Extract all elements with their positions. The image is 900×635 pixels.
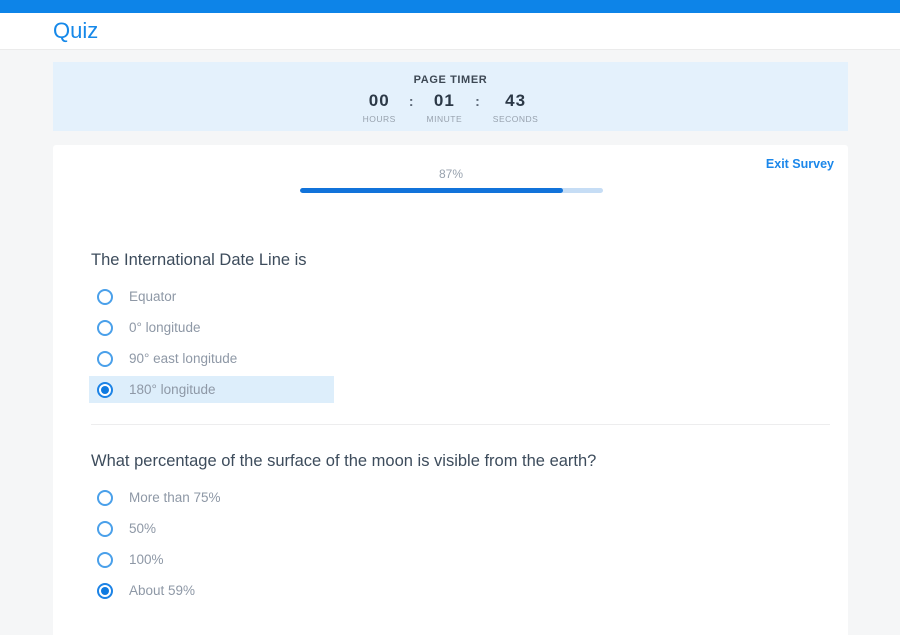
option-label: 180° longitude (129, 382, 215, 397)
option-more-than-75[interactable]: More than 75% (89, 484, 334, 511)
progress-percent-label: 87% (300, 167, 603, 181)
timer-separator: : (475, 91, 480, 109)
question-1: The International Date Line is Equator 0… (91, 251, 830, 403)
progress-section: 87% (300, 155, 603, 193)
radio-checked-icon[interactable] (97, 382, 113, 398)
timer-hours-label: HOURS (363, 114, 396, 124)
timer-minute-group: 01 MINUTE (427, 91, 463, 124)
timer-minute-label: MINUTE (427, 114, 463, 124)
radio-unchecked-icon[interactable] (97, 289, 113, 305)
progress-bar-track (300, 188, 603, 193)
timer-hours-value: 00 (369, 91, 390, 111)
option-label: About 59% (129, 583, 195, 598)
page-title: Quiz (53, 18, 98, 44)
top-accent-bar (0, 0, 900, 13)
radio-checked-icon[interactable] (97, 583, 113, 599)
radio-unchecked-icon[interactable] (97, 552, 113, 568)
radio-unchecked-icon[interactable] (97, 320, 113, 336)
page-content: PAGE TIMER 00 HOURS : 01 MINUTE : 43 SEC… (0, 50, 900, 635)
question-1-options: Equator 0° longitude 90° east longitude … (89, 283, 830, 403)
question-1-text: The International Date Line is (91, 251, 830, 270)
option-label: 50% (129, 521, 156, 536)
option-100-percent[interactable]: 100% (89, 546, 334, 573)
progress-bar-fill (300, 188, 564, 193)
option-50-percent[interactable]: 50% (89, 515, 334, 542)
option-equator[interactable]: Equator (89, 283, 334, 310)
timer-seconds-label: SECONDS (493, 114, 539, 124)
radio-unchecked-icon[interactable] (97, 351, 113, 367)
option-about-59-selected[interactable]: About 59% (89, 577, 334, 604)
timer-seconds-group: 43 SECONDS (493, 91, 539, 124)
question-2: What percentage of the surface of the mo… (91, 452, 830, 604)
timer-separator: : (409, 91, 414, 109)
question-2-options: More than 75% 50% 100% About 59% (89, 484, 830, 604)
exit-survey-link[interactable]: Exit Survey (766, 157, 834, 171)
option-label: 100% (129, 552, 164, 567)
radio-unchecked-icon[interactable] (97, 521, 113, 537)
timer-title: PAGE TIMER (414, 74, 488, 86)
question-divider (91, 424, 830, 425)
radio-unchecked-icon[interactable] (97, 490, 113, 506)
timer-display: 00 HOURS : 01 MINUTE : 43 SECONDS (363, 91, 539, 124)
option-label: More than 75% (129, 490, 221, 505)
option-0-longitude[interactable]: 0° longitude (89, 314, 334, 341)
timer-seconds-value: 43 (505, 91, 526, 111)
timer-hours-group: 00 HOURS (363, 91, 396, 124)
timer-minute-value: 01 (434, 91, 455, 111)
option-label: 0° longitude (129, 320, 200, 335)
option-label: Equator (129, 289, 176, 304)
option-90-east-longitude[interactable]: 90° east longitude (89, 345, 334, 372)
question-2-text: What percentage of the surface of the mo… (91, 452, 830, 471)
page-timer-panel: PAGE TIMER 00 HOURS : 01 MINUTE : 43 SEC… (53, 62, 848, 131)
survey-card: Exit Survey 87% The International Date L… (53, 145, 848, 635)
option-label: 90° east longitude (129, 351, 237, 366)
app-header: Quiz (0, 13, 900, 50)
option-180-longitude-selected[interactable]: 180° longitude (89, 376, 334, 403)
